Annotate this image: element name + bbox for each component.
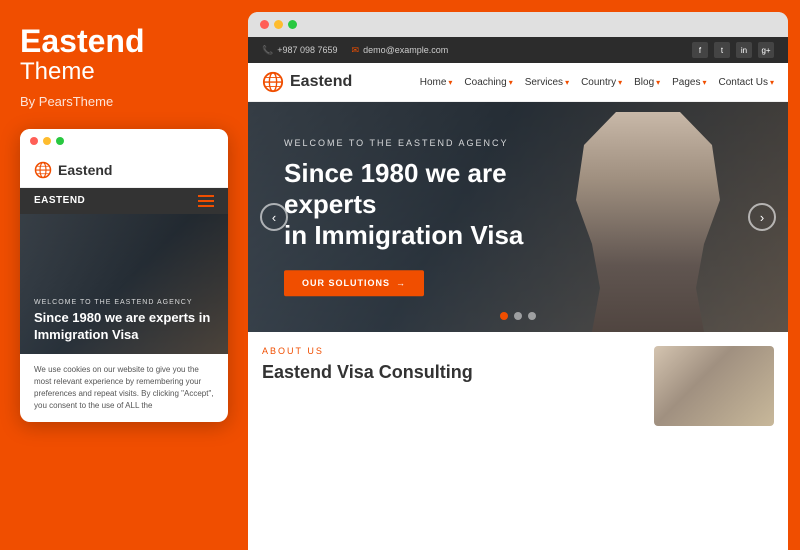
mobile-body-text: We use cookies on our website to give yo… [20,354,228,422]
email-info: ✉ demo@example.com [352,45,449,56]
brand-title: Eastend [20,24,144,59]
right-panel: 📞 +987 098 7659 ✉ demo@example.com f t i… [248,12,788,550]
mobile-dot-green [56,137,64,145]
hero-content: WELCOME TO THE EASTEND AGENCY Since 1980… [284,138,568,296]
mobile-dot-yellow [43,137,51,145]
brand-by: By PearsTheme [20,94,113,109]
about-label: ABOUT US [262,346,640,356]
nav-logo[interactable]: Eastend [262,71,352,93]
hero-heading: Since 1980 we are experts in Immigration… [284,158,568,252]
mobile-hamburger-icon[interactable] [198,195,214,207]
hero-dot-2[interactable] [514,312,522,320]
email-icon: ✉ [352,45,360,56]
about-image [654,346,774,426]
phone-info: 📞 +987 098 7659 [262,45,338,56]
nav-contact[interactable]: Contact Us ▾ [719,77,774,88]
nav-blog[interactable]: Blog ▾ [634,77,660,88]
desktop-browser: 📞 +987 098 7659 ✉ demo@example.com f t i… [248,37,788,550]
desktop-dot-yellow [274,20,283,29]
hero-heading-line1: Since 1980 we are experts [284,158,507,219]
mobile-hero: WELCOME TO THE EASTEND AGENCY Since 1980… [20,214,228,354]
nav-home[interactable]: Home ▾ [420,77,453,88]
mobile-globe-icon [34,161,52,179]
nav-pages[interactable]: Pages ▾ [672,77,706,88]
hero-heading-line2: in Immigration Visa [284,221,523,251]
info-bar-left: 📞 +987 098 7659 ✉ demo@example.com [262,45,448,56]
nav-globe-icon [262,71,284,93]
phone-number: +987 098 7659 [277,45,337,55]
mobile-mockup: Eastend EASTEND WELCOME TO THE EASTEND A… [20,129,228,422]
facebook-icon[interactable]: f [692,42,708,58]
desktop-titlebar [248,12,788,37]
phone-icon: 📞 [262,45,273,56]
mobile-nav-bar: EASTEND [20,188,228,214]
desktop-nav: Eastend Home ▾ Coaching ▾ Services ▾ Cou… [248,63,788,102]
mobile-titlebar [20,129,228,153]
mobile-nav-label: EASTEND [34,195,85,206]
twitter-icon[interactable]: t [714,42,730,58]
hero-btn-label: OUR SOLUTIONS [302,278,390,288]
linkedin-icon[interactable]: in [736,42,752,58]
nav-links: Home ▾ Coaching ▾ Services ▾ Country ▾ B… [420,77,774,88]
email-address: demo@example.com [363,45,448,55]
nav-logo-text: Eastend [290,73,352,91]
mobile-logo-bar: Eastend [20,153,228,188]
hero-btn-arrow: → [396,278,406,288]
desktop-dot-green [288,20,297,29]
social-icons: f t in g+ [692,42,774,58]
desktop-dot-red [260,20,269,29]
desktop-hero: WELCOME TO THE EASTEND AGENCY Since 1980… [248,102,788,332]
our-solutions-button[interactable]: OUR SOLUTIONS → [284,270,424,296]
mobile-logo-text: Eastend [58,162,112,178]
nav-coaching[interactable]: Coaching ▾ [464,77,512,88]
hero-next-button[interactable]: › [748,203,776,231]
google-icon[interactable]: g+ [758,42,774,58]
hero-welcome-text: WELCOME TO THE EASTEND AGENCY [284,138,568,148]
mobile-welcome-text: WELCOME TO THE EASTEND AGENCY [34,299,214,306]
info-bar: 📞 +987 098 7659 ✉ demo@example.com f t i… [248,37,788,63]
mobile-hero-heading: Since 1980 we are experts in Immigration… [34,310,214,344]
nav-country[interactable]: Country ▾ [581,77,622,88]
brand-subtitle: Theme [20,59,95,85]
hero-dot-1[interactable] [500,312,508,320]
nav-services[interactable]: Services ▾ [525,77,569,88]
about-section: ABOUT US Eastend Visa Consulting [248,332,788,550]
about-text: ABOUT US Eastend Visa Consulting [262,346,640,536]
hero-prev-button[interactable]: ‹ [260,203,288,231]
mobile-dot-red [30,137,38,145]
hero-dot-3[interactable] [528,312,536,320]
left-panel: Eastend Theme By PearsTheme Eastend EAST… [0,0,248,550]
hero-dots [500,312,536,320]
about-heading: Eastend Visa Consulting [262,362,640,383]
mobile-hero-content: WELCOME TO THE EASTEND AGENCY Since 1980… [34,299,214,344]
